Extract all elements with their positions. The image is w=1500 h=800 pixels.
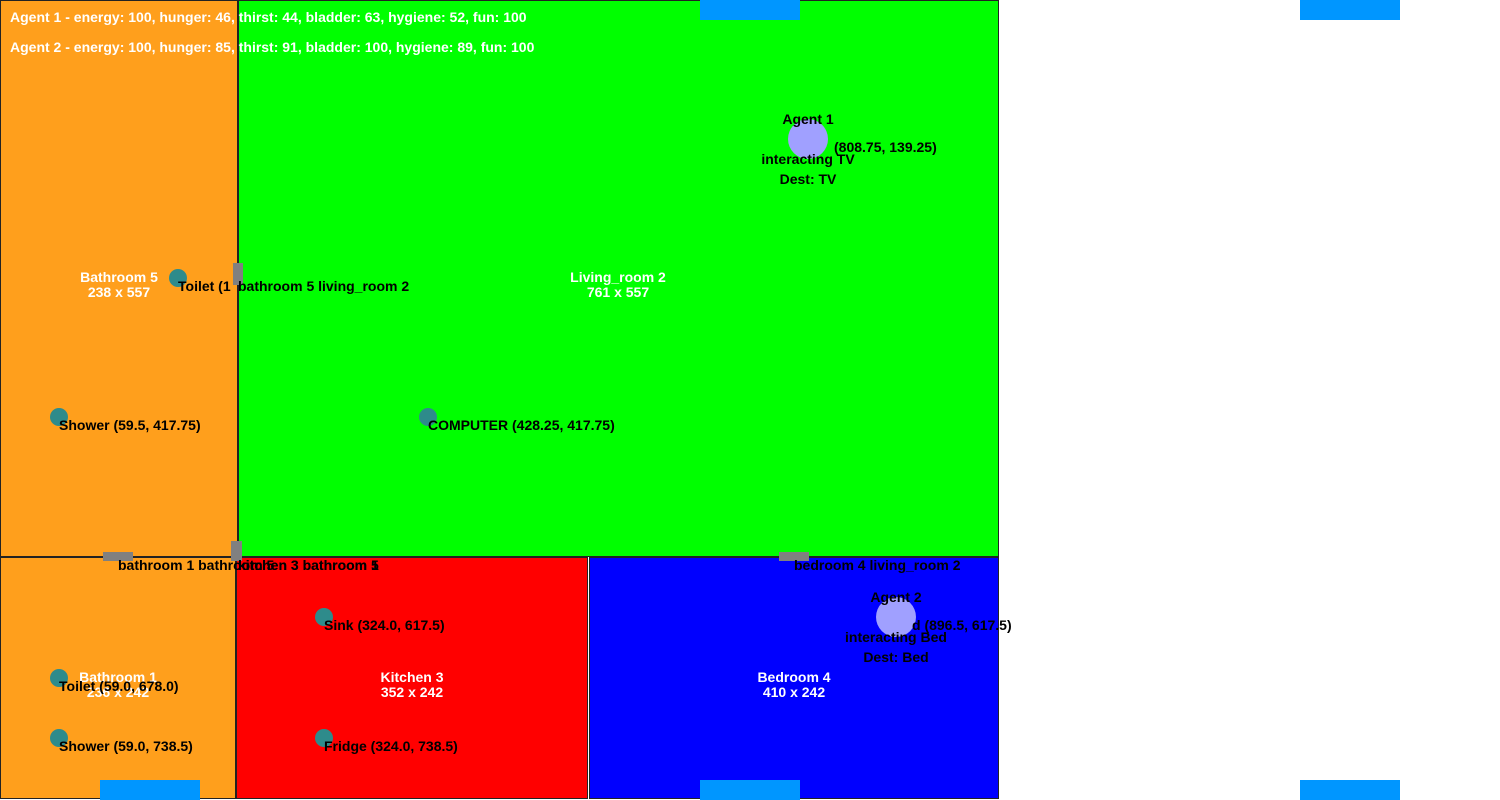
room-size: 238 x 557 bbox=[87, 284, 151, 300]
spawn-marker-top-center bbox=[700, 0, 800, 20]
agent-2-destination: Dest: Bed bbox=[863, 649, 929, 665]
agent-1-destination: Dest: TV bbox=[779, 171, 837, 187]
room-name: Bedroom 4 bbox=[757, 669, 831, 685]
spawn-marker-top-right bbox=[1300, 0, 1400, 20]
spawn-marker-bottom-left bbox=[100, 780, 200, 800]
room-label-bedroom-4: Bedroom 4 410 x 242 bbox=[757, 670, 830, 700]
room-label-living-room-2: Living_room 2 761 x 557 bbox=[570, 270, 666, 300]
room-name: Bathroom 5 bbox=[80, 269, 158, 285]
room-label-kitchen-3: Kitchen 3 352 x 242 bbox=[380, 670, 443, 700]
spawn-marker-bottom-right bbox=[1300, 780, 1400, 800]
object-label-sink: Sink (324.0, 617.5) bbox=[324, 617, 445, 633]
agent-2-action: interacting Bed bbox=[845, 629, 947, 645]
door-label-bedroom4-livingroom2: bedroom 4 living_room 2 bbox=[794, 557, 961, 573]
agent-1-name: Agent 1 bbox=[782, 111, 834, 127]
room-size: 761 x 557 bbox=[586, 284, 650, 300]
agent-1-action: interacting TV bbox=[761, 151, 855, 167]
agent-2-stats: Agent 2 - energy: 100, hunger: 85, thirs… bbox=[10, 39, 535, 55]
object-label-toilet-bathroom-1: Toilet (59.0, 678.0) bbox=[59, 678, 179, 694]
object-label-shower-bathroom-1: Shower (59.0, 738.5) bbox=[59, 738, 193, 754]
object-label-shower-bathroom-5: Shower (59.5, 417.75) bbox=[59, 417, 201, 433]
room-label-bathroom-5: Bathroom 5 238 x 557 bbox=[80, 270, 158, 300]
object-label-fridge: Fridge (324.0, 738.5) bbox=[324, 738, 458, 754]
object-label-toilet-bathroom-5: Toilet (1 bbox=[178, 278, 231, 294]
room-name: Living_room 2 bbox=[570, 269, 666, 285]
agent-2-name: Agent 2 bbox=[870, 589, 922, 605]
spawn-marker-bottom-center bbox=[700, 780, 800, 800]
agent-1-stats: Agent 1 - energy: 100, hunger: 46, thirs… bbox=[10, 9, 527, 25]
room-name: Kitchen 3 bbox=[380, 669, 444, 685]
door-label-bathroom5-livingroom2: bathroom 5 living_room 2 bbox=[238, 278, 410, 294]
object-label-computer: COMPUTER (428.25, 417.75) bbox=[428, 417, 615, 433]
room-size: 410 x 242 bbox=[762, 684, 826, 700]
room-size: 352 x 242 bbox=[380, 684, 444, 700]
door-label-kitchen3-bathroom1: kitchen 3 bathroom 1 bbox=[238, 557, 379, 573]
